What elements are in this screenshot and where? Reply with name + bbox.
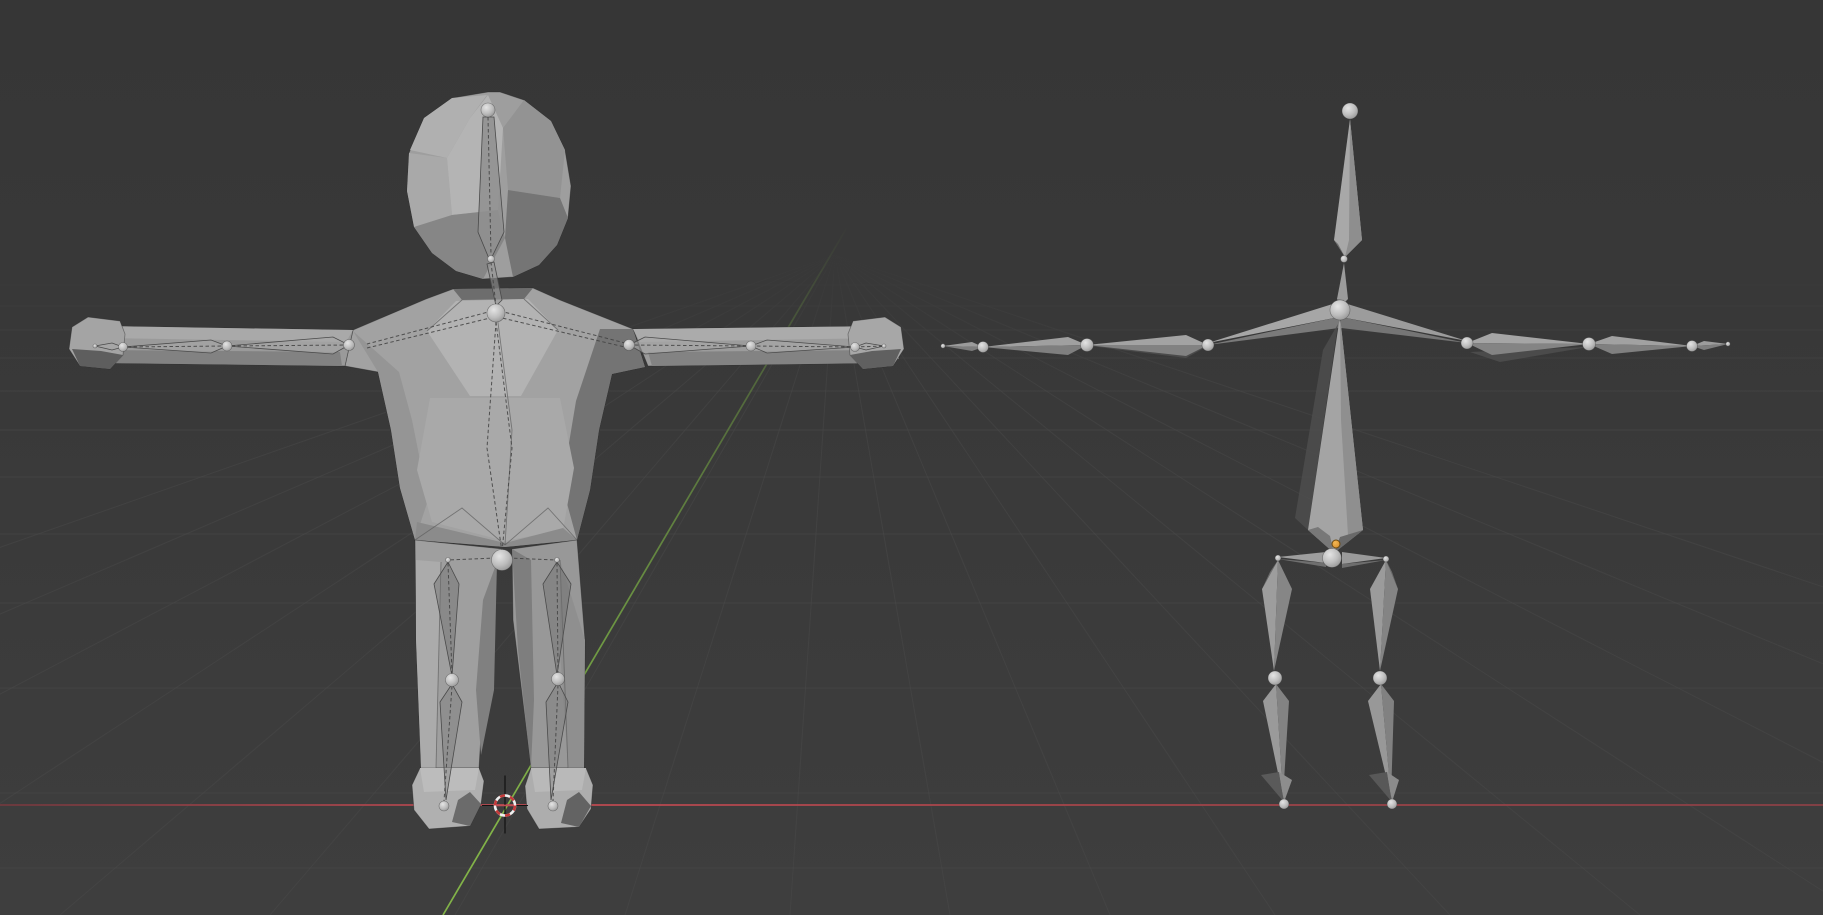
joint-sphere[interactable] <box>93 344 97 348</box>
joint-sphere[interactable] <box>446 558 451 563</box>
armature-origin-point[interactable] <box>1332 540 1340 548</box>
joint-sphere[interactable] <box>1383 556 1389 562</box>
mesh-facet[interactable] <box>531 768 586 792</box>
joint-sphere[interactable] <box>1341 256 1348 263</box>
joint-sphere[interactable] <box>481 103 495 117</box>
object-origin-dot[interactable] <box>1332 540 1340 548</box>
joint-sphere[interactable] <box>1330 300 1350 320</box>
joint-sphere[interactable] <box>1373 671 1387 685</box>
joint-sphere[interactable] <box>882 344 886 348</box>
joint-sphere[interactable] <box>1583 338 1596 351</box>
joint-sphere[interactable] <box>222 341 232 351</box>
joint-sphere[interactable] <box>119 343 128 352</box>
joint-sphere[interactable] <box>1687 341 1698 352</box>
viewport-canvas[interactable] <box>0 0 1823 915</box>
joint-sphere[interactable] <box>488 256 495 263</box>
viewport-background <box>0 0 1823 915</box>
joint-sphere[interactable] <box>552 673 565 686</box>
joint-sphere[interactable] <box>439 801 449 811</box>
joint-sphere[interactable] <box>344 340 355 351</box>
joint-sphere[interactable] <box>555 558 560 563</box>
joint-sphere[interactable] <box>624 340 635 351</box>
blender-3d-viewport[interactable] <box>0 0 1823 915</box>
joint-sphere[interactable] <box>1268 671 1282 685</box>
joint-sphere[interactable] <box>1323 549 1342 568</box>
joint-sphere[interactable] <box>446 674 459 687</box>
joint-sphere[interactable] <box>487 304 505 322</box>
joint-sphere[interactable] <box>978 342 989 353</box>
mesh-facet[interactable] <box>417 398 574 541</box>
joint-sphere[interactable] <box>851 343 860 352</box>
joint-sphere[interactable] <box>1726 342 1730 346</box>
joint-sphere[interactable] <box>746 341 756 351</box>
grid-horizon-fade <box>0 230 1823 390</box>
joint-sphere[interactable] <box>1461 337 1473 349</box>
joint-sphere[interactable] <box>1279 799 1289 809</box>
joint-sphere[interactable] <box>492 550 513 571</box>
joint-sphere[interactable] <box>1275 555 1281 561</box>
joint-sphere[interactable] <box>1202 339 1214 351</box>
joint-sphere[interactable] <box>941 344 945 348</box>
joint-sphere[interactable] <box>1081 339 1094 352</box>
joint-sphere[interactable] <box>1342 103 1358 119</box>
mesh-facet[interactable] <box>407 153 452 227</box>
joint-sphere[interactable] <box>1387 799 1397 809</box>
joint-sphere[interactable] <box>548 801 558 811</box>
